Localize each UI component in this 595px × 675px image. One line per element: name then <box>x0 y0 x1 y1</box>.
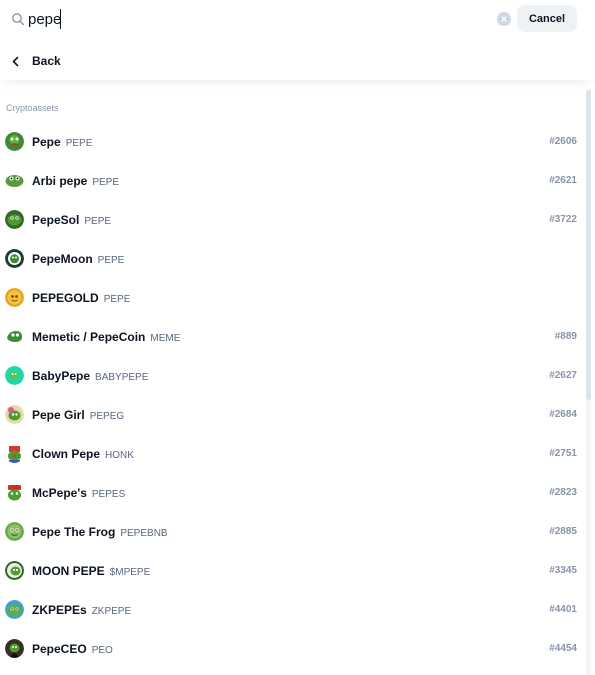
zkpepes-logo-icon <box>5 600 24 619</box>
coin-symbol: PEPE <box>84 216 112 227</box>
search-page: Cancel Back Cryptoassets PepePEPE #2606 … <box>0 0 595 675</box>
coin-symbol: PEPE <box>97 255 125 266</box>
coin-rank: #889 <box>554 331 577 342</box>
coin-name: PEPEGOLD PEPE <box>32 291 131 305</box>
coin-name: Pepe The Frog PEPEBNB <box>32 525 168 539</box>
result-row[interactable]: PepeCEO PEO #4454 <box>0 629 585 668</box>
coin-symbol: PEPEBNB <box>120 528 168 539</box>
coin-symbol: HONK <box>105 450 134 461</box>
result-row[interactable]: Memetic / PepeCoin MEME #889 <box>0 317 585 356</box>
result-row[interactable]: Pepe The Frog PEPEBNB #2885 <box>0 512 585 551</box>
clear-icon <box>501 16 507 22</box>
pepemoon-logo-icon <box>5 249 24 268</box>
coin-rank: #2627 <box>549 370 577 381</box>
section-title: Cryptoassets <box>6 103 59 113</box>
coin-name: PepeMoon PEPE <box>32 252 125 266</box>
result-row[interactable]: Clown Pepe HONK #2751 <box>0 434 585 473</box>
coin-name: Arbi pepe PEPE <box>32 174 120 188</box>
coin-symbol: PEPE <box>65 138 93 149</box>
pepe-the-frog-logo-icon <box>5 522 24 541</box>
back-button[interactable]: Back <box>32 54 61 68</box>
mcpepes-logo-icon <box>5 483 24 502</box>
pepesol-logo-icon <box>5 210 24 229</box>
coin-rank: #4401 <box>549 604 577 615</box>
pepeceo-logo-icon <box>5 639 24 658</box>
result-row[interactable]: Arbi pepe PEPE #2621 <box>0 161 585 200</box>
babypepe-logo-icon <box>5 366 24 385</box>
result-row[interactable]: Pepe PEPE #2606 <box>0 122 585 161</box>
coin-symbol: PEPE <box>103 294 131 305</box>
coin-name: PepeCEO PEO <box>32 642 113 656</box>
result-row[interactable]: PepeSol PEPE #3722 <box>0 200 585 239</box>
result-row[interactable]: McPepe's PEPES #2823 <box>0 473 585 512</box>
scrollbar-thumb[interactable] <box>586 90 591 400</box>
result-row[interactable]: ZKPEPEs ZKPEPE #4401 <box>0 590 585 629</box>
coin-rank: #2751 <box>549 448 577 459</box>
clown-pepe-logo-icon <box>5 444 24 463</box>
memetic-logo-icon <box>5 327 24 346</box>
arbi-pepe-logo-icon <box>5 171 24 190</box>
coin-name: BabyPepe BABYPEPE <box>32 369 149 383</box>
coin-rank: #3722 <box>549 214 577 225</box>
coin-name: ZKPEPEs ZKPEPE <box>32 603 132 617</box>
coin-symbol: PEPES <box>91 489 126 500</box>
pepe-girl-logo-icon <box>5 405 24 424</box>
coin-symbol: PEPE <box>92 177 120 188</box>
coin-symbol: ZKPEPE <box>91 606 132 617</box>
coin-name: Memetic / PepeCoin MEME <box>32 330 181 344</box>
coin-symbol: PEO <box>91 645 113 656</box>
text-caret <box>60 9 61 29</box>
coin-name: MOON PEPE $MPEPE <box>32 564 151 578</box>
chevron-left-icon <box>12 56 19 67</box>
pepegold-logo-icon <box>5 288 24 307</box>
coin-name: Pepe PEPE <box>32 135 93 149</box>
back-row[interactable]: Back <box>0 42 595 80</box>
cancel-button[interactable]: Cancel <box>517 5 577 32</box>
coin-rank: #3345 <box>549 565 577 576</box>
search-results: Cryptoassets Pepe PEPE #2606 Arbi pepe PEP… <box>0 80 595 675</box>
coin-name: Pepe Girl PEPEG <box>32 408 125 422</box>
pepe-logo-icon <box>5 132 24 151</box>
coin-rank: #2621 <box>549 175 577 186</box>
coin-symbol: $MPEPE <box>109 567 151 578</box>
coin-name: PepeSol PEPE <box>32 213 112 227</box>
search-input[interactable] <box>28 8 468 30</box>
coin-rank: #2684 <box>549 409 577 420</box>
result-row[interactable]: BabyPepe BABYPEPE #2627 <box>0 356 585 395</box>
result-row[interactable]: Pepe Girl PEPEG #2684 <box>0 395 585 434</box>
coin-rank: #2606 <box>549 136 577 147</box>
moon-pepe-logo-icon <box>5 561 24 580</box>
result-row[interactable]: PepeMoon PEPE <box>0 239 585 278</box>
result-row[interactable]: PEPEGOLD PEPE <box>0 278 585 317</box>
coin-symbol: PEPEG <box>89 411 125 422</box>
coin-name: McPepe's PEPES <box>32 486 126 500</box>
coin-rank: #2823 <box>549 487 577 498</box>
result-row[interactable]: MOON PEPE $MPEPE #3345 <box>0 551 585 590</box>
coin-symbol: MEME <box>150 333 181 344</box>
coin-rank: #4454 <box>549 643 577 654</box>
coin-rank: #2885 <box>549 526 577 537</box>
coin-name: Clown Pepe HONK <box>32 447 134 461</box>
search-icon <box>12 13 25 26</box>
search-bar: Cancel <box>0 0 595 40</box>
clear-search-button[interactable] <box>497 12 511 26</box>
coin-symbol: BABYPEPE <box>95 372 149 383</box>
